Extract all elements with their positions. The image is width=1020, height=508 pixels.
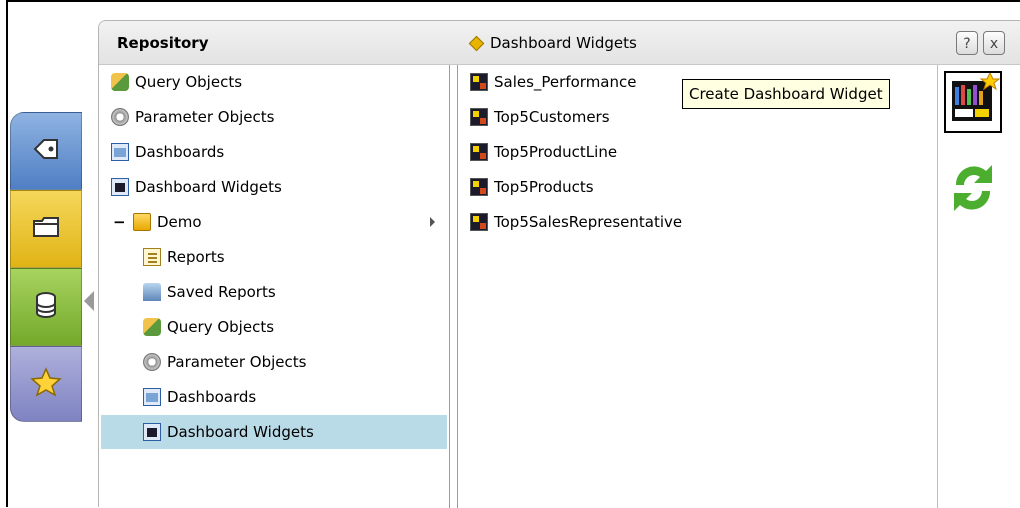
widget-icon xyxy=(470,213,488,231)
tab-repository[interactable] xyxy=(10,190,82,268)
tree-item[interactable]: Saved Reports xyxy=(143,275,276,309)
widget-icon xyxy=(470,143,488,161)
tree-item[interactable]: Dashboard Widgets xyxy=(111,170,282,204)
query-object-icon xyxy=(143,318,161,336)
tree-item[interactable]: Parameter Objects xyxy=(111,100,274,134)
tag-icon xyxy=(31,136,61,166)
dashboard-widget-icon xyxy=(143,423,161,441)
tree-item[interactable]: Dashboards xyxy=(143,380,256,414)
tree-item[interactable]: Dashboards xyxy=(111,135,224,169)
repository-tree: Query Objects Parameter Objects Dashboar… xyxy=(99,65,450,508)
saved-report-icon xyxy=(143,283,161,301)
query-object-icon xyxy=(111,73,129,91)
tree-item[interactable]: Parameter Objects xyxy=(143,345,306,379)
help-button[interactable]: ? xyxy=(956,31,978,55)
tooltip: Create Dashboard Widget xyxy=(682,79,890,109)
panel-title: Repository xyxy=(117,34,209,52)
tab-tags[interactable] xyxy=(10,112,82,190)
star-icon xyxy=(30,367,62,401)
list-item[interactable]: Top5Customers xyxy=(470,100,610,134)
widget-icon xyxy=(470,73,488,91)
widget-list: Sales_Performance Top5Customers Top5Prod… xyxy=(457,65,930,508)
breadcrumb-label: Dashboard Widgets xyxy=(490,34,637,52)
refresh-button[interactable] xyxy=(948,157,998,219)
database-icon xyxy=(34,291,58,323)
dashboard-widget-icon xyxy=(111,178,129,196)
report-icon xyxy=(143,248,161,266)
chevron-right-icon[interactable] xyxy=(430,217,435,227)
gear-icon xyxy=(111,108,129,126)
tree-item[interactable]: Reports xyxy=(143,240,225,274)
diamond-icon xyxy=(468,35,485,51)
tab-favorites[interactable] xyxy=(10,346,82,422)
folder-icon xyxy=(31,214,61,244)
list-item[interactable]: Sales_Performance xyxy=(470,65,636,99)
tab-database[interactable] xyxy=(10,268,82,346)
tree-folder-demo[interactable]: − Demo xyxy=(113,205,441,239)
widget-icon xyxy=(470,108,488,126)
list-item[interactable]: Top5SalesRepresentative xyxy=(470,205,682,239)
action-sidebar xyxy=(937,65,1020,508)
close-button[interactable]: x xyxy=(983,31,1005,55)
panel-header: Repository Dashboard Widgets ? x xyxy=(99,21,1020,65)
tree-item[interactable]: Query Objects xyxy=(111,65,242,99)
active-tab-pointer xyxy=(84,291,94,311)
create-dashboard-widget-button[interactable] xyxy=(944,71,1002,133)
refresh-icon xyxy=(948,165,998,223)
gear-icon xyxy=(143,353,161,371)
breadcrumb: Dashboard Widgets xyxy=(468,34,637,52)
list-item[interactable]: Top5Products xyxy=(470,170,594,204)
list-item[interactable]: Top5ProductLine xyxy=(470,135,617,169)
collapse-icon[interactable]: − xyxy=(113,213,127,231)
tree-item[interactable]: Query Objects xyxy=(143,310,274,344)
dashboard-icon xyxy=(111,143,129,161)
dashboard-icon xyxy=(143,388,161,406)
tree-item-selected[interactable]: Dashboard Widgets xyxy=(101,415,447,449)
widget-icon xyxy=(470,178,488,196)
folder-icon xyxy=(133,213,151,231)
create-dashboard-widget-icon xyxy=(946,71,1001,135)
